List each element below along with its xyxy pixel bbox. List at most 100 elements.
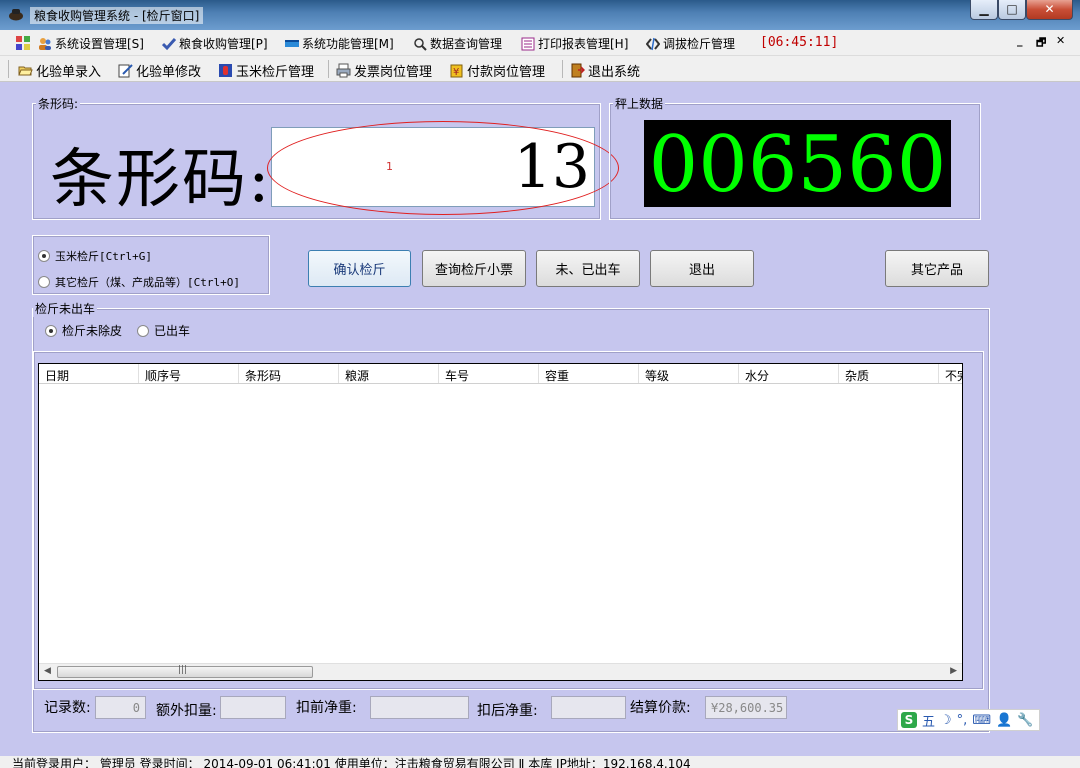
scroll-left-icon[interactable]: ◀	[44, 666, 51, 676]
tool-label: 退出系统	[588, 65, 641, 80]
app-icon	[9, 9, 23, 21]
tool-lab-entry[interactable]: 化验单录入	[18, 61, 101, 80]
record-count-field: 0	[95, 696, 146, 719]
column-header[interactable]: 等级	[639, 364, 739, 383]
net-before-label: 扣前净重:	[296, 700, 357, 716]
wrench-icon[interactable]: 🔧	[1017, 713, 1033, 728]
column-header[interactable]: 水分	[739, 364, 839, 383]
other-products-button[interactable]: 其它产品	[885, 250, 989, 287]
radio-circle	[45, 324, 57, 337]
net-after-label: 扣后净重:	[477, 703, 538, 719]
maximize-icon: □	[1006, 2, 1018, 16]
records-grid[interactable]: 日期 顺序号 条形码 粮源 车号 容重 等级 水分 杂质 不完 ◀ ||| ▶	[38, 363, 963, 681]
exit-button[interactable]: 退出	[650, 250, 754, 287]
menu-grain-purchase[interactable]: 粮食收购管理[P]	[162, 35, 268, 52]
radio-circle	[38, 276, 50, 288]
tool-label: 化验单录入	[36, 65, 102, 80]
status-text: 当前登录用户： 管理员 登录时间： 2014-09-01 06:41:01 使用…	[12, 757, 691, 768]
column-header[interactable]: 杂质	[839, 364, 939, 383]
clock-display: [06:45:11]	[760, 35, 839, 50]
annotation-mark: 1	[386, 160, 393, 173]
menu-transfer-weighing[interactable]: 调拔检斤管理	[646, 35, 735, 52]
column-header[interactable]: 粮源	[339, 364, 439, 383]
scale-display: 006560	[644, 120, 951, 207]
price-field: ¥28,600.35	[705, 696, 787, 719]
radio-corn-weighing[interactable]: 玉米检斤[Ctrl+G]	[38, 248, 152, 264]
grid-header: 日期 顺序号 条形码 粮源 车号 容重 等级 水分 杂质 不完	[39, 364, 962, 384]
column-header[interactable]: 顺序号	[139, 364, 239, 383]
query-ticket-button[interactable]: 查询检斤小票	[422, 250, 526, 287]
moon-icon[interactable]: ☽	[940, 713, 952, 728]
radio-shipped[interactable]: 已出车	[137, 322, 190, 339]
highlight-ellipse	[267, 121, 619, 215]
horizontal-scrollbar[interactable]: ◀ ||| ▶	[39, 663, 962, 680]
radio-other-weighing[interactable]: 其它检斤（煤、产成品等）[Ctrl+O]	[38, 274, 240, 290]
window-menu-icon[interactable]	[16, 36, 30, 50]
menu-label: 系统功能管理[M]	[302, 37, 394, 51]
menu-label: 调拔检斤管理	[663, 37, 736, 51]
scroll-thumb[interactable]: |||	[57, 665, 313, 678]
barcode-big-label: 条形码:	[50, 143, 272, 217]
radio-circle	[38, 250, 50, 262]
ime-mode-toggle[interactable]: 五	[922, 711, 935, 730]
close-button[interactable]: ✕	[1026, 0, 1073, 20]
mdi-minimize-button[interactable]: _	[1017, 34, 1023, 47]
toolbar-separator	[562, 60, 563, 78]
menu-system-functions[interactable]: 系统功能管理[M]	[285, 35, 394, 52]
tool-label: 化验单修改	[136, 65, 202, 80]
menu-label: 粮食收购管理[P]	[179, 37, 268, 51]
column-header[interactable]: 不完	[939, 364, 962, 383]
mdi-restore-button[interactable]: 🗗	[1036, 34, 1046, 53]
status-bar: 当前登录用户： 管理员 登录时间： 2014-09-01 06:41:01 使用…	[0, 756, 1080, 768]
user-icon[interactable]: 👤	[996, 713, 1012, 728]
column-header[interactable]: 条形码	[239, 364, 339, 383]
tool-label: 玉米检斤管理	[236, 65, 315, 80]
folder-open-icon	[18, 66, 33, 76]
printer-icon	[336, 63, 351, 78]
corn-icon	[219, 64, 232, 77]
radio-not-tared[interactable]: 检斤未除皮	[45, 322, 122, 339]
maximize-button[interactable]: □	[998, 0, 1026, 20]
column-header[interactable]: 容重	[539, 364, 639, 383]
scale-group-label: 秤上数据	[613, 95, 666, 112]
scale-value: 006560	[648, 120, 947, 210]
minimize-button[interactable]: ▁	[970, 0, 998, 20]
tool-corn-weighing[interactable]: 玉米检斤管理	[218, 61, 314, 80]
toolbar-separator	[328, 60, 329, 78]
extra-deduct-field[interactable]	[220, 696, 286, 719]
tool-lab-edit[interactable]: 化验单修改	[118, 61, 201, 80]
scroll-right-icon[interactable]: ▶	[950, 666, 957, 676]
report-icon	[521, 37, 535, 50]
tool-label: 付款岗位管理	[467, 65, 546, 80]
menu-print-reports[interactable]: 打印报表管理[H]	[521, 35, 628, 52]
keyboard-icon[interactable]: ⌨	[972, 713, 991, 728]
column-header[interactable]: 车号	[439, 364, 539, 383]
unshipped-group-label: 检斤未出车	[33, 300, 98, 317]
extra-deduct-label: 额外扣量:	[156, 703, 217, 719]
toolbar: 化验单录入 化验单修改 玉米检斤管理 发票岗位管理 ¥ 付款岗位管理 退出系统	[0, 56, 1080, 82]
exit-icon	[571, 63, 585, 78]
radio-label: 检斤未除皮	[62, 324, 123, 338]
punctuation-icon[interactable]: °,	[957, 713, 968, 728]
menu-label: 数据查询管理	[430, 37, 503, 51]
toolbar-grip	[8, 60, 9, 78]
barcode-group-label: 条形码:	[36, 95, 81, 112]
not-shipped-button[interactable]: 未、已出车	[536, 250, 640, 287]
confirm-weighing-button[interactable]: 确认检斤	[308, 250, 411, 287]
tool-exit-system[interactable]: 退出系统	[570, 61, 640, 80]
menu-system-settings[interactable]: 系统设置管理[S]	[38, 35, 144, 52]
price-label: 结算价款:	[630, 700, 691, 716]
tool-label: 发票岗位管理	[354, 65, 433, 80]
ime-logo-icon[interactable]: S	[901, 712, 917, 728]
tool-invoice-post[interactable]: 发票岗位管理	[336, 61, 432, 80]
menu-label: 打印报表管理[H]	[538, 37, 629, 51]
panel-icon	[285, 39, 299, 47]
close-icon: ✕	[1044, 2, 1055, 16]
search-icon	[414, 37, 427, 51]
menu-data-query[interactable]: 数据查询管理	[413, 35, 502, 52]
column-header[interactable]: 日期	[39, 364, 139, 383]
radio-label: 其它检斤（煤、产成品等）[Ctrl+O]	[55, 276, 240, 289]
ime-toolbar[interactable]: S 五 ☽ °, ⌨ 👤 🔧	[897, 709, 1040, 731]
tool-payment-post[interactable]: ¥ 付款岗位管理	[449, 61, 545, 80]
mdi-close-button[interactable]: ✕	[1056, 34, 1065, 47]
